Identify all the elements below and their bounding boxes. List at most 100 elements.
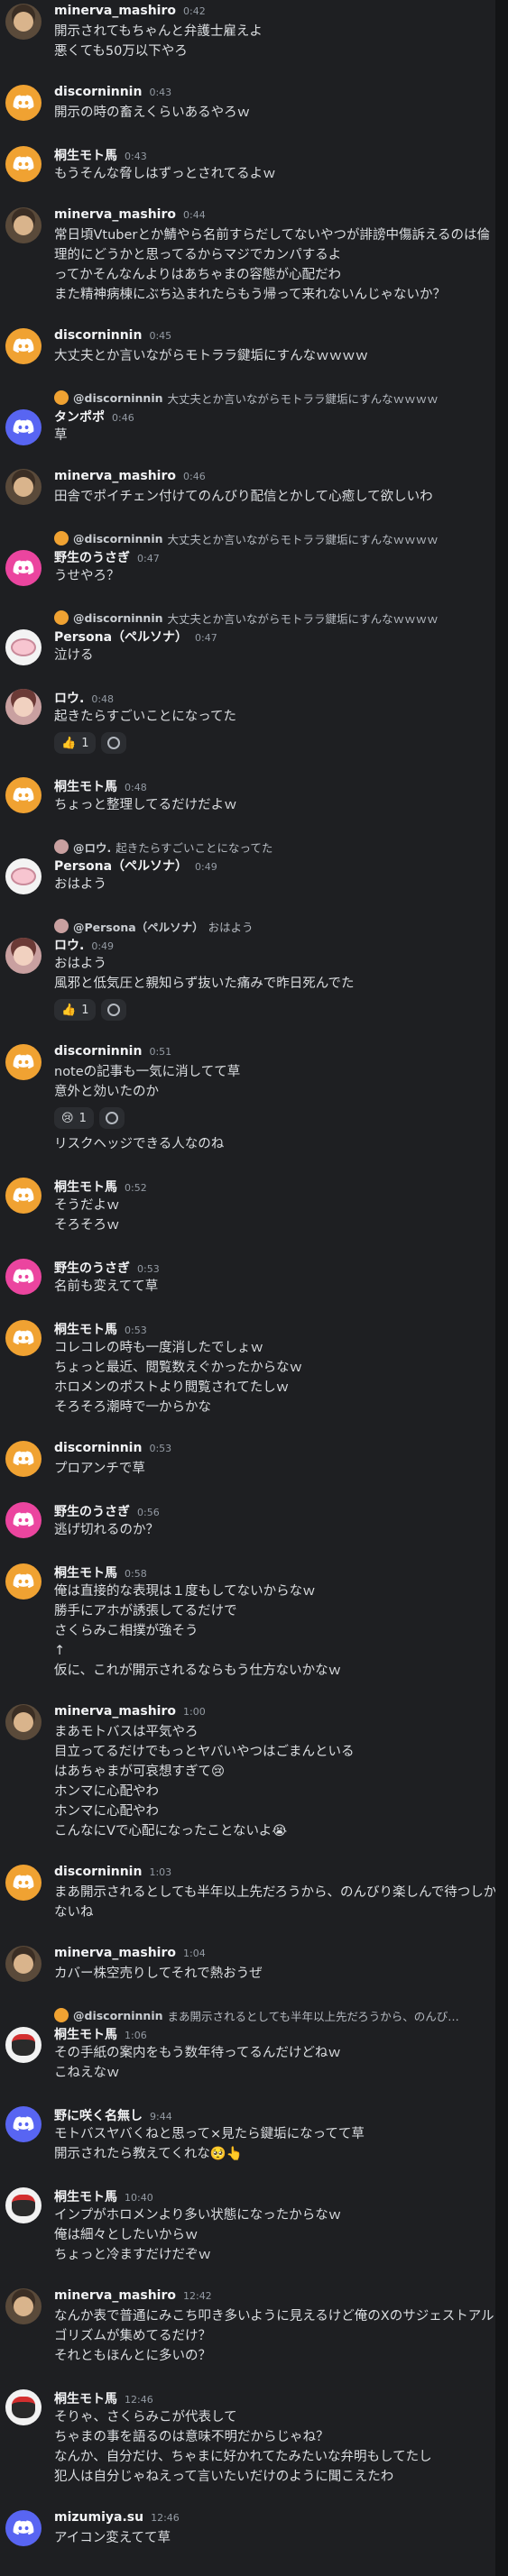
reactions: 👍 1 xyxy=(54,999,501,1021)
message-text: ホンマに心配やわ xyxy=(54,1804,159,1819)
reply-preview[interactable]: @discorninnin 大丈夫とか言いながらモトララ鍵垢にすんなｗｗｗｗ xyxy=(54,608,501,628)
author-name[interactable]: 桐生モト馬 xyxy=(54,2025,117,2043)
author-name[interactable]: 桐生モト馬 xyxy=(54,1178,117,1196)
avatar[interactable] xyxy=(5,1502,42,1538)
author-name[interactable]: 桐生モト馬 xyxy=(54,777,117,795)
avatar[interactable] xyxy=(5,858,42,894)
smiley-icon xyxy=(107,1004,121,1016)
message-text: うせやろ？ xyxy=(54,569,120,583)
author-name[interactable]: ロウ. xyxy=(54,936,84,954)
discord-logo-icon xyxy=(13,338,34,353)
message: 野生のうさぎ 0:56 逃げ切れるのか？ xyxy=(0,1499,508,1545)
message-header: Persona（ペルソナ） 0:47 xyxy=(54,628,501,646)
avatar[interactable] xyxy=(5,1441,42,1477)
avatar[interactable] xyxy=(5,1865,42,1901)
timestamp: 0:53 xyxy=(149,1443,172,1454)
message: 桐生モト馬 0:58 俺は直接的な表現は１度もしてないからなｗ 勝手にアホが誘張してる… xyxy=(0,1560,508,1686)
avatar[interactable] xyxy=(5,2106,42,2142)
add-reaction-button[interactable] xyxy=(101,999,127,1021)
message-text: 仮に、これが開示されるならもう仕方ないかなｗ xyxy=(54,1664,342,1678)
timestamp: 1:06 xyxy=(125,2030,147,2041)
reaction-button[interactable]: 😢 1 xyxy=(54,1107,94,1129)
author-name[interactable]: 野生のうさぎ xyxy=(54,548,130,566)
reaction-button[interactable]: 👍 1 xyxy=(54,999,97,1021)
discord-logo-icon xyxy=(13,1451,34,1466)
author-name[interactable]: minerva_mashiro xyxy=(54,1704,176,1719)
reply-avatar xyxy=(54,839,69,854)
discord-logo-icon xyxy=(13,156,34,171)
discord-logo-icon xyxy=(13,1573,34,1589)
avatar[interactable] xyxy=(5,409,42,445)
reply-preview[interactable]: @Persona（ペルソナ） おはよう xyxy=(54,916,501,936)
avatar[interactable] xyxy=(5,328,42,364)
avatar[interactable] xyxy=(5,938,42,974)
reply-text: 起きたらすごいことになってた xyxy=(115,840,273,855)
avatar[interactable] xyxy=(5,1320,42,1356)
reply-author: @discorninnin xyxy=(73,610,163,625)
message-text: 目立ってるだけでもっとヤバいやつはごまんといる xyxy=(54,1745,355,1759)
timestamp: 12:42 xyxy=(182,2290,212,2302)
reply-preview[interactable]: @discorninnin 大丈夫とか言いながらモトララ鍵垢にすんなｗｗｗｗ xyxy=(54,528,501,548)
avatar[interactable] xyxy=(5,689,42,725)
author-name[interactable]: 桐生モト馬 xyxy=(54,1563,117,1581)
message: 桐生モト馬 0:43 もうそんな脅しはずっとされてるよｗ xyxy=(0,142,508,189)
avatar[interactable] xyxy=(5,2288,42,2324)
author-name[interactable]: 桐生モト馬 xyxy=(54,146,117,164)
avatar[interactable] xyxy=(5,1178,42,1214)
author-name[interactable]: ロウ. xyxy=(54,689,84,707)
author-name[interactable]: Persona（ペルソナ） xyxy=(54,857,188,875)
avatar[interactable] xyxy=(5,550,42,586)
message: discorninnin 1:03 まあ開示されるとしても半年以上先だろうから、のん… xyxy=(0,1861,508,1928)
author-name[interactable]: discorninnin xyxy=(54,1865,142,1879)
reaction-emoji: 😢 xyxy=(61,1111,74,1125)
reply-preview[interactable]: @discorninnin 大丈夫とか言いながらモトララ鍵垢にすんなｗｗｗｗ xyxy=(54,388,501,408)
message-text: なんか、自分だけ、ちゃまに好かれてたみたいな弁明もしてたし xyxy=(54,2450,432,2464)
author-name[interactable]: minerva_mashiro xyxy=(54,4,176,18)
add-reaction-button[interactable] xyxy=(101,732,127,754)
author-name[interactable]: discorninnin xyxy=(54,85,142,99)
message-header: discorninnin 0:45 xyxy=(54,328,501,346)
author-name[interactable]: 桐生モト馬 xyxy=(54,1320,117,1338)
reaction-button[interactable]: 👍 1 xyxy=(54,732,97,754)
avatar[interactable] xyxy=(5,1259,42,1295)
avatar[interactable] xyxy=(5,2187,42,2223)
author-name[interactable]: 野生のうさぎ xyxy=(54,1502,130,1520)
avatar[interactable] xyxy=(5,2510,42,2546)
avatar[interactable] xyxy=(5,1044,42,1080)
message: @Persona（ペルソナ） おはよう ロウ. 0:49 おはよう 風邪と低気圧と親知らず… xyxy=(0,914,508,1026)
avatar[interactable] xyxy=(5,2027,42,2063)
message-text: 大丈夫とか言いながらモトララ鍵垢にすんなｗｗｗｗ xyxy=(54,349,369,363)
avatar[interactable] xyxy=(5,207,42,243)
author-name[interactable]: 野に咲く名無し xyxy=(54,2106,143,2124)
scrollbar-track[interactable] xyxy=(495,0,508,2576)
avatar[interactable] xyxy=(5,1704,42,1740)
avatar[interactable] xyxy=(5,629,42,665)
avatar[interactable] xyxy=(5,1946,42,1982)
author-name[interactable]: minerva_mashiro xyxy=(54,1946,176,1960)
avatar[interactable] xyxy=(5,4,42,40)
message: minerva_mashiro 0:46 田舎でポイチェン付けてのんびり配信とかして… xyxy=(0,465,508,512)
author-name[interactable]: 野生のうさぎ xyxy=(54,1259,130,1277)
avatar[interactable] xyxy=(5,2389,42,2425)
author-name[interactable]: discorninnin xyxy=(54,1044,142,1059)
discord-logo-icon xyxy=(13,1187,34,1203)
author-name[interactable]: 桐生モト馬 xyxy=(54,2187,117,2205)
author-name[interactable]: minerva_mashiro xyxy=(54,207,176,222)
add-reaction-button[interactable] xyxy=(98,1107,125,1129)
author-name[interactable]: discorninnin xyxy=(54,1441,142,1455)
author-name[interactable]: minerva_mashiro xyxy=(54,2288,176,2303)
reply-preview[interactable]: @discorninnin まあ開示されるとしても半年以上先だろうから、のんび… xyxy=(54,2005,501,2025)
avatar[interactable] xyxy=(5,777,42,813)
author-name[interactable]: mizumiya.su xyxy=(54,2510,143,2525)
author-name[interactable]: 桐生モト馬 xyxy=(54,2389,117,2407)
reply-preview[interactable]: @ロウ. 起きたらすごいことになってた xyxy=(54,837,501,857)
author-name[interactable]: discorninnin xyxy=(54,328,142,343)
author-name[interactable]: タンポポ xyxy=(54,408,105,426)
avatar[interactable] xyxy=(5,146,42,182)
author-name[interactable]: Persona（ペルソナ） xyxy=(54,628,188,646)
author-name[interactable]: minerva_mashiro xyxy=(54,469,176,483)
message-header: 桐生モト馬 12:46 xyxy=(54,2389,501,2407)
avatar[interactable] xyxy=(5,85,42,121)
avatar[interactable] xyxy=(5,469,42,505)
avatar[interactable] xyxy=(5,1563,42,1600)
